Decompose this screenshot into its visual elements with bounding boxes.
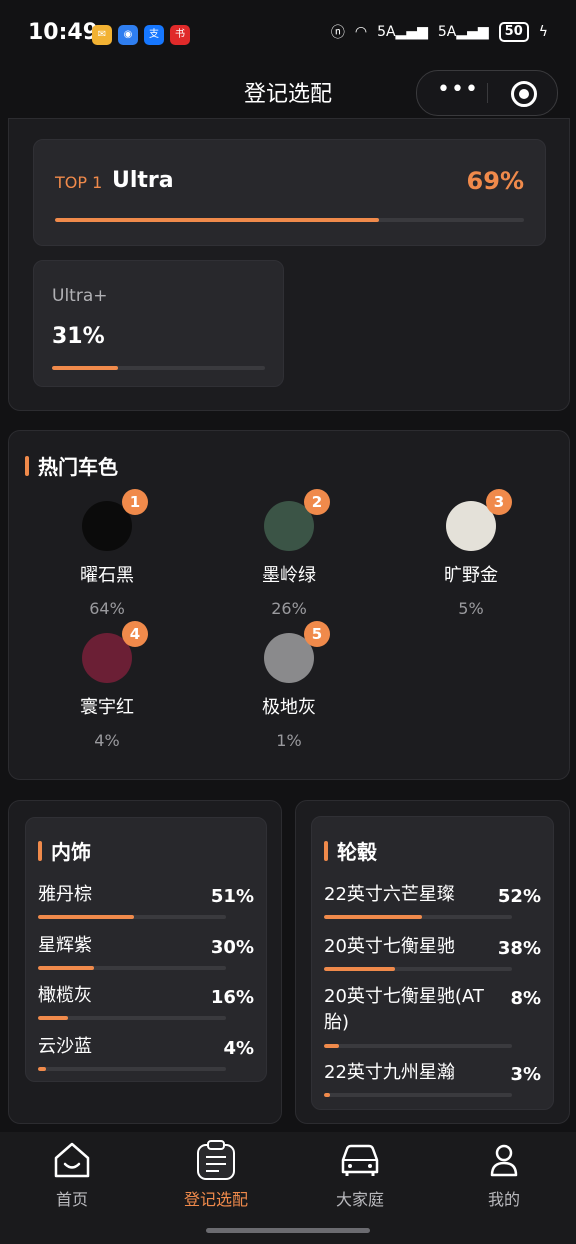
item-progress <box>324 1044 512 1048</box>
tab-family[interactable]: 大家庭 <box>290 1140 430 1210</box>
item-name: 22英寸九州星瀚 <box>324 1062 455 1083</box>
item-name: 20英寸七衡星驰 <box>324 936 455 957</box>
item-percent: 8% <box>510 988 541 1009</box>
battery-icon: 50 <box>498 22 529 42</box>
item-name: 云沙蓝 <box>38 1036 92 1057</box>
status-indicators: ⓝ ◠ 5A▂▄▆ 5A▂▄▆ 50 ϟ <box>331 22 548 42</box>
item-percent: 3% <box>510 1064 541 1085</box>
color-name: 寰宇红 <box>80 697 134 718</box>
tab-profile[interactable]: 我的 <box>434 1140 574 1210</box>
colors-card: 热门车色 1 曜石黑 64% 2 墨岭绿 26% 3 旷野金 5% 4 寰宇红 4% 5 极地灰 1% <box>8 430 570 780</box>
color-item[interactable]: 4 寰宇红 4% <box>37 621 177 750</box>
color-swatch: 5 <box>264 621 330 683</box>
color-swatch: 4 <box>82 621 148 683</box>
clipboard-icon <box>146 1140 286 1180</box>
color-item[interactable]: 1 曜石黑 64% <box>37 489 177 618</box>
colors-section-title: 热门车色 <box>25 451 118 480</box>
tab-profile-label: 我的 <box>487 1190 520 1209</box>
top-trim-progress <box>55 218 524 222</box>
item-name: 22英寸六芒星璨 <box>324 884 455 905</box>
rank-badge: 4 <box>122 621 148 647</box>
title-accent-bar <box>324 840 328 861</box>
item-progress <box>324 967 512 971</box>
top-trim-percent: 69% <box>466 167 524 195</box>
second-trim-item[interactable]: Ultra+ 31% <box>33 260 284 387</box>
item-percent: 30% <box>210 937 254 958</box>
top-trim-name: Ultra <box>112 168 174 193</box>
color-item[interactable]: 3 旷野金 5% <box>401 489 541 618</box>
message-app-icon: ◉ <box>118 25 138 45</box>
item-progress <box>38 966 226 970</box>
trim-card: TOP 1 Ultra 69% Ultra+ 31% <box>8 118 570 411</box>
top-trim-item[interactable]: TOP 1 Ultra 69% <box>33 139 546 246</box>
tab-home-label: 首页 <box>55 1190 88 1209</box>
color-percent: 64% <box>89 599 125 618</box>
color-name: 极地灰 <box>262 697 316 718</box>
car-icon <box>290 1140 430 1180</box>
signal-1: 5A▂▄▆ <box>377 24 428 40</box>
interior-panel: 内饰 雅丹棕 51% 星辉紫 30% 橄榄灰 16% 云沙蓝 4% <box>25 817 267 1082</box>
color-swatch: 2 <box>264 489 330 551</box>
title-accent-bar <box>25 455 29 476</box>
color-swatch: 3 <box>446 489 512 551</box>
item-progress <box>38 1067 226 1071</box>
color-swatch: 1 <box>82 489 148 551</box>
color-item[interactable]: 5 极地灰 1% <box>219 621 359 750</box>
mini-program-capsule: ••• <box>416 70 558 116</box>
mail-app-icon: ✉ <box>92 25 112 45</box>
rank-badge: 3 <box>486 489 512 515</box>
color-name: 旷野金 <box>444 565 498 586</box>
top-rank-label: TOP 1 <box>55 173 103 192</box>
tab-registration[interactable]: 登记选配 <box>146 1140 286 1210</box>
item-name: 雅丹棕 <box>38 884 92 905</box>
status-time: 10:49 <box>28 20 99 45</box>
rank-badge: 2 <box>304 489 330 515</box>
redbook-app-icon: 书 <box>170 25 190 45</box>
charging-icon: ϟ <box>538 24 548 40</box>
person-icon <box>434 1140 574 1180</box>
color-percent: 4% <box>94 731 120 750</box>
second-trim-progress <box>52 366 265 370</box>
color-percent: 26% <box>271 599 307 618</box>
close-target-icon[interactable] <box>511 81 537 107</box>
item-name: 星辉紫 <box>38 935 92 956</box>
item-progress <box>38 915 226 919</box>
tab-home[interactable]: 首页 <box>2 1140 142 1210</box>
signal-2: 5A▂▄▆ <box>437 24 489 40</box>
item-percent: 16% <box>210 987 254 1008</box>
item-progress <box>38 1016 226 1020</box>
rank-badge: 1 <box>122 489 148 515</box>
item-percent: 51% <box>210 886 254 907</box>
alipay-app-icon: 支 <box>144 25 164 45</box>
second-trim-name: Ultra+ <box>52 286 108 306</box>
rank-badge: 5 <box>304 621 330 647</box>
second-trim-percent: 31% <box>52 324 105 349</box>
color-percent: 5% <box>458 599 484 618</box>
interior-card: 内饰 雅丹棕 51% 星辉紫 30% 橄榄灰 16% 云沙蓝 4% <box>8 800 282 1124</box>
nfc-icon: ⓝ <box>330 25 345 41</box>
color-percent: 1% <box>276 731 302 750</box>
interior-section-title: 内饰 <box>38 836 91 865</box>
wifi-icon: ◠ <box>354 24 368 40</box>
wheels-card: 轮毂 22英寸六芒星璨 52% 20英寸七衡星驰 38% 20英寸七衡星驰(AT胎) 8%… <box>295 800 570 1124</box>
capsule-divider <box>487 83 488 103</box>
home-icon <box>2 1140 142 1180</box>
item-name: 橄榄灰 <box>38 985 92 1006</box>
wheels-panel: 轮毂 22英寸六芒星璨 52% 20英寸七衡星驰 38% 20英寸七衡星驰(AT胎) 8%… <box>311 816 554 1110</box>
item-progress <box>324 915 512 919</box>
item-percent: 38% <box>497 938 541 959</box>
item-name: 20英寸七衡星驰(AT胎) <box>324 986 484 1033</box>
tab-family-label: 大家庭 <box>335 1190 384 1209</box>
wheels-section-title: 轮毂 <box>324 836 377 865</box>
item-percent: 52% <box>497 886 541 907</box>
color-name: 曜石黑 <box>80 565 134 586</box>
more-icon[interactable]: ••• <box>437 79 478 105</box>
title-accent-bar <box>38 840 42 861</box>
color-item[interactable]: 2 墨岭绿 26% <box>219 489 359 618</box>
item-progress <box>324 1093 512 1097</box>
tab-registration-label: 登记选配 <box>183 1190 248 1209</box>
home-indicator <box>206 1228 370 1233</box>
item-percent: 4% <box>223 1038 254 1059</box>
color-name: 墨岭绿 <box>262 565 316 586</box>
